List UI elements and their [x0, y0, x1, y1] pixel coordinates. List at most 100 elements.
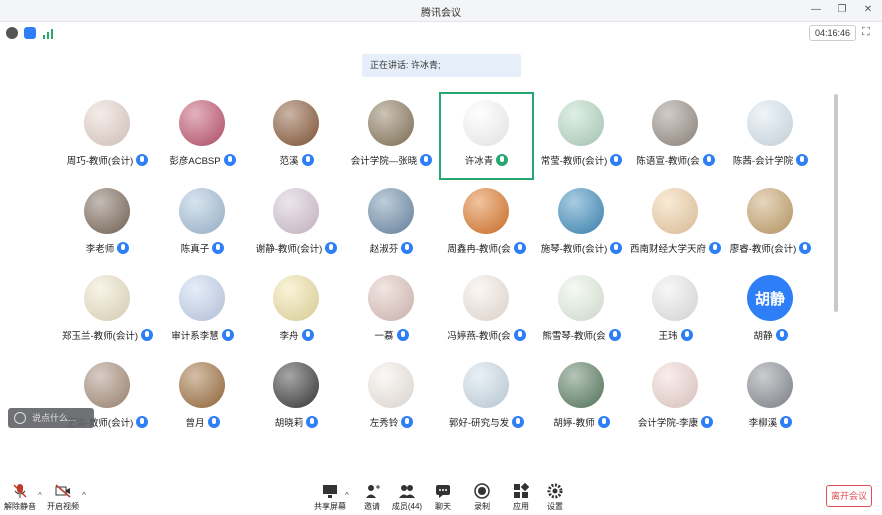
- participant-tile[interactable]: 李柳溪: [723, 354, 818, 442]
- share-screen-button[interactable]: 共享屏幕: [312, 483, 348, 512]
- members-button[interactable]: 成员(44): [389, 483, 425, 512]
- participant-name: 李老师: [85, 244, 115, 255]
- participant-avatar: [463, 275, 509, 321]
- participant-tile[interactable]: 李老师: [60, 180, 155, 268]
- leave-meeting-button[interactable]: 离开会议: [826, 485, 872, 507]
- mic-icon: [207, 416, 220, 428]
- participant-avatar: [652, 100, 698, 146]
- participant-avatar: [652, 362, 698, 408]
- participant-avatar: [558, 188, 604, 234]
- record-button[interactable]: 录制: [464, 483, 500, 512]
- mic-icon: [396, 329, 409, 341]
- apps-button[interactable]: 应用: [503, 482, 539, 512]
- mic-icon: [306, 416, 319, 428]
- participant-tile[interactable]: 审计系李慧: [155, 267, 250, 355]
- participant-tile[interactable]: 王玮: [628, 267, 723, 355]
- participant-name-row: 冯婷燕-教师(会: [439, 328, 534, 342]
- participant-avatar: [273, 188, 319, 234]
- participant-tile[interactable]: 周巧-教师(会计): [60, 92, 155, 180]
- chat-icon: [435, 483, 451, 499]
- participant-tile[interactable]: 郑玉兰-教师(会计): [60, 267, 155, 355]
- invite-button[interactable]: 邀请: [354, 483, 390, 512]
- chat-input[interactable]: 说点什么...: [8, 408, 94, 428]
- members-label: 成员(44): [391, 502, 423, 511]
- participant-tile[interactable]: 王渝-教师(会计): [60, 354, 155, 442]
- participant-tile[interactable]: 陈语宣-教师(会: [628, 92, 723, 180]
- participant-name: 李舟: [279, 331, 299, 342]
- participant-tile[interactable]: 胡婷-教师: [534, 354, 629, 442]
- participant-tile[interactable]: 曾月: [155, 354, 250, 442]
- participant-avatar: [84, 275, 130, 321]
- participant-tile[interactable]: 谢静-教师(会计): [249, 180, 344, 268]
- participant-avatar: [84, 362, 130, 408]
- participant-tile[interactable]: 许冰青: [439, 92, 534, 180]
- fullscreen-icon[interactable]: ⛶: [862, 26, 874, 38]
- participant-name: 熊雪琴-教师(会: [542, 331, 606, 342]
- participant-avatar: [652, 188, 698, 234]
- participant-tile[interactable]: 李舟: [249, 267, 344, 355]
- participant-tile[interactable]: 廖睿-教师(会计): [723, 180, 818, 268]
- participant-tile[interactable]: 赵淑芬: [344, 180, 439, 268]
- participant-avatar: [368, 100, 414, 146]
- emoji-icon[interactable]: [14, 412, 26, 424]
- participant-tile[interactable]: 一慕: [344, 267, 439, 355]
- participant-tile[interactable]: 西南财经大学天府: [628, 180, 723, 268]
- mic-options-chevron-icon[interactable]: ^: [38, 491, 42, 500]
- participant-tile[interactable]: 陈茜-会计学院: [723, 92, 818, 180]
- participant-tile[interactable]: 彭彦ACBSP: [155, 92, 250, 180]
- participant-tile[interactable]: 郭好-研究与发: [439, 354, 534, 442]
- participant-tile[interactable]: 会计学院—张晓: [344, 92, 439, 180]
- participant-tile[interactable]: 左秀铃: [344, 354, 439, 442]
- participant-tile[interactable]: 施琴-教师(会计): [534, 180, 629, 268]
- close-icon[interactable]: ✕: [862, 3, 874, 17]
- participant-name-row: 会计学院-李康: [628, 415, 723, 429]
- mic-icon: [608, 329, 621, 341]
- participant-name-row: 常莹-教师(会计): [534, 153, 629, 167]
- participant-tile[interactable]: 范溪: [249, 92, 344, 180]
- participant-tile[interactable]: 冯婷燕-教师(会: [439, 267, 534, 355]
- mic-icon: [136, 154, 149, 166]
- unmute-button[interactable]: 解除静音: [2, 483, 38, 512]
- chat-placeholder: 说点什么...: [32, 413, 76, 423]
- participant-name: 郑玉兰-教师(会计): [62, 331, 138, 342]
- participant-name: 王玮: [658, 331, 678, 342]
- settings-button[interactable]: 设置: [537, 483, 573, 512]
- participant-avatar: [368, 362, 414, 408]
- participant-name: 胡晓莉: [274, 418, 304, 429]
- mic-icon: [325, 242, 338, 254]
- participant-name-row: 许冰青: [439, 153, 534, 167]
- participant-name-row: 曾月: [155, 415, 250, 429]
- mic-icon: [401, 242, 414, 254]
- participant-tile[interactable]: 胡静 胡静: [723, 267, 818, 355]
- participant-name: 周鑫冉-教师(会: [447, 244, 511, 255]
- maximize-icon[interactable]: ❐: [836, 3, 848, 17]
- share-options-chevron-icon[interactable]: ^: [345, 491, 349, 500]
- participant-name-row: 西南财经大学天府: [628, 241, 723, 255]
- participant-avatar: [747, 362, 793, 408]
- participant-name-row: 胡静: [723, 328, 818, 342]
- mic-icon: [709, 242, 721, 254]
- participant-name: 谢静-教师(会计): [255, 244, 323, 255]
- mic-icon: [775, 329, 788, 341]
- participant-tile[interactable]: 陈真子: [155, 180, 250, 268]
- apps-icon: [513, 482, 530, 499]
- mic-icon: [513, 329, 526, 341]
- video-button[interactable]: 开启视频: [45, 483, 81, 512]
- video-options-chevron-icon[interactable]: ^: [82, 491, 86, 500]
- record-icon: [474, 483, 490, 499]
- gear-icon: [547, 483, 563, 499]
- info-icon[interactable]: [6, 27, 18, 39]
- participant-tile[interactable]: 常莹-教师(会计): [534, 92, 629, 180]
- scrollbar[interactable]: [834, 94, 838, 312]
- minimize-icon[interactable]: —: [810, 3, 822, 17]
- shield-icon[interactable]: [24, 27, 36, 39]
- participant-name-row: 审计系李慧: [155, 328, 250, 342]
- invite-icon: [364, 483, 380, 499]
- chat-button[interactable]: 聊天: [425, 483, 461, 512]
- participant-tile[interactable]: 胡晓莉: [249, 354, 344, 442]
- participant-name-row: 李舟: [249, 328, 344, 342]
- participant-tile[interactable]: 熊雪琴-教师(会: [534, 267, 629, 355]
- participant-tile[interactable]: 会计学院-李康: [628, 354, 723, 442]
- participant-tile[interactable]: 周鑫冉-教师(会: [439, 180, 534, 268]
- signal-icon[interactable]: [42, 27, 54, 39]
